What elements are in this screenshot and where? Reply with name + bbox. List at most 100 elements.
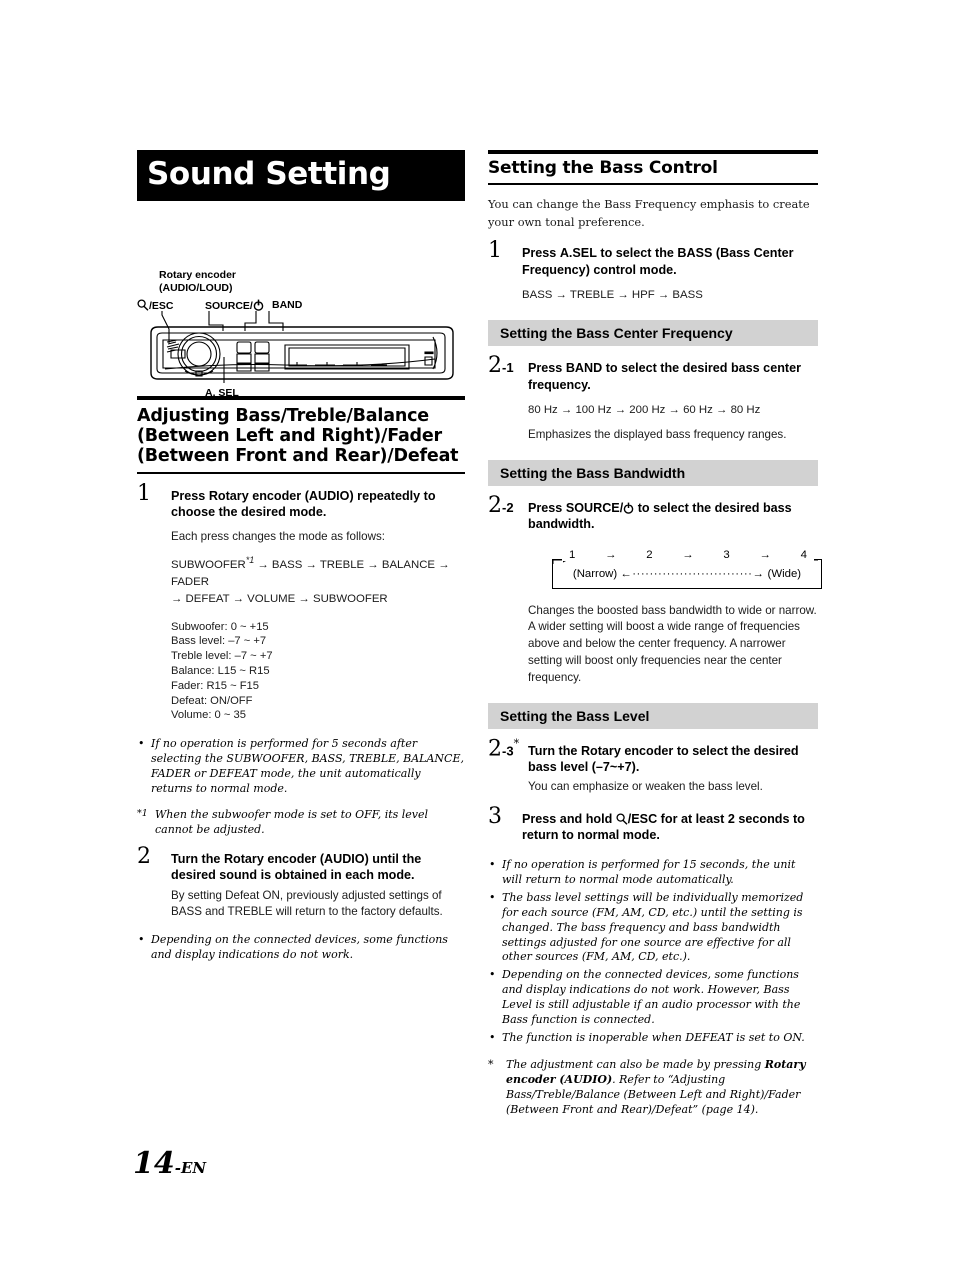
- footnote-marker: *: [488, 1058, 494, 1072]
- step-bass-bandwidth-title: Press SOURCE/ to select the desired bass…: [528, 500, 818, 533]
- left-step-1-title: Press Rotary encoder (AUDIO) repeatedly …: [171, 488, 465, 521]
- bandwidth-wide-label: (Wide): [767, 567, 802, 580]
- bandwidth-step-2: 2: [643, 548, 656, 561]
- right-step-3: 3 Press and hold /ESC for at least 2 sec…: [488, 806, 818, 844]
- right-step-1-title-bold: A.SEL: [559, 246, 597, 261]
- power-icon: [623, 501, 634, 515]
- left-note-2-text: Depending on the connected devices, some…: [151, 933, 448, 962]
- title-bold: BAND: [565, 361, 603, 376]
- bandwidth-steps: 1 → 2 → 3 → 4: [562, 548, 814, 561]
- step-bass-level: 2-3* Turn the Rotary encoder to select t…: [488, 737, 818, 797]
- bandwidth-range-line: ←····························→: [620, 567, 765, 580]
- left-step-2-title-bold: Rotary encoder (AUDIO): [223, 851, 369, 866]
- right-step-3-number: 3: [488, 804, 502, 830]
- right-section-heading: Setting the Bass Control: [488, 150, 818, 185]
- left-column: Sound Setting Rotary encoder (AUDIO/LOUD…: [137, 150, 465, 963]
- title-bold: /ESC: [627, 812, 658, 827]
- bandwidth-step-1: 1: [566, 548, 579, 561]
- right-note-3: • Depending on the connected devices, som…: [488, 968, 818, 1028]
- step-num-main: 2: [488, 353, 502, 379]
- left-footnote-1: *1 When the subwoofer mode is set to OFF,…: [137, 808, 465, 838]
- step-num-sub: -1: [502, 360, 514, 376]
- right-footnote: * The adjustment can also be made by pres…: [488, 1058, 818, 1118]
- bullet-icon: •: [138, 737, 145, 751]
- left-step-1: 1 Press Rotary encoder (AUDIO) repeatedl…: [137, 482, 465, 723]
- magnifier-icon: [616, 812, 628, 826]
- title-bold: SOURCE/: [565, 500, 624, 515]
- right-step-1-number: 1: [488, 238, 502, 264]
- step-bass-bandwidth-body: Changes the boosted bass bandwidth to wi…: [528, 603, 817, 684]
- bullet-icon: •: [489, 857, 496, 871]
- step-bass-center-frequency-title: Press BAND to select the desired bass ce…: [528, 360, 818, 393]
- level-item: Defeat: ON/OFF: [171, 694, 253, 707]
- left-step-1-title-bold: Rotary encoder (AUDIO): [208, 488, 354, 503]
- level-item: Treble level: –7 ~ +7: [171, 650, 273, 663]
- step-num-sub: -2: [502, 499, 514, 515]
- bandwidth-arrow-2: →: [679, 548, 697, 561]
- right-note-2: • The bass level settings will be individ…: [488, 891, 818, 966]
- flow-line-2: → DEFEAT → VOLUME → SUBWOOFER: [171, 593, 388, 606]
- flow-prefix: SUBWOOFER: [171, 559, 246, 572]
- step-num-sub: -3: [502, 742, 514, 758]
- heading-bass-bandwidth: Setting the Bass Bandwidth: [488, 459, 818, 486]
- right-note-2-text: The bass level settings will be individu…: [502, 890, 804, 964]
- left-section-heading: Adjusting Bass/Treble/Balance (Between L…: [137, 395, 465, 474]
- left-note-2: • Depending on the connected devices, som…: [137, 933, 465, 963]
- title-pre: Press: [528, 361, 566, 376]
- manual-page: Sound Setting Rotary encoder (AUDIO/LOUD…: [0, 0, 954, 1278]
- title-pre: Press and hold: [522, 812, 616, 827]
- title-bold: Rotary encoder: [580, 743, 674, 758]
- step-bass-center-frequency: 2-1 Press BAND to select the desired bas…: [488, 355, 818, 444]
- step-bass-level-body: You can emphasize or weaken the bass lev…: [528, 780, 763, 794]
- step-num-star: *: [513, 736, 520, 750]
- level-item: Fader: R15 ~ F15: [171, 679, 259, 692]
- page-footer: 14-EN: [133, 1146, 206, 1181]
- bullet-icon: •: [138, 933, 145, 947]
- left-step-2-title-pre: Turn the: [171, 851, 224, 866]
- bandwidth-range-labels: (Narrow) ←····························→ …: [552, 568, 822, 580]
- footnote-marker: *1: [137, 807, 148, 819]
- level-item: Bass level: –7 ~ +7: [171, 635, 267, 648]
- right-step-1-flow: BASS → TREBLE → HPF → BASS: [522, 289, 703, 302]
- right-step-1: 1 Press A.SEL to select the BASS (Bass C…: [488, 240, 818, 304]
- bullet-icon: •: [489, 890, 496, 904]
- step-bass-center-frequency-number: 2-1: [488, 355, 514, 377]
- right-footnote-pre: The adjustment can also be made by press…: [506, 1058, 765, 1072]
- step-num-main: 2: [488, 492, 502, 518]
- right-step-1-title-pre: Press: [522, 246, 560, 261]
- page-number-suffix: -EN: [174, 1159, 207, 1177]
- left-step-2-number: 2: [137, 843, 151, 869]
- left-step-2-title: Turn the Rotary encoder (AUDIO) until th…: [171, 851, 465, 884]
- title-pre: Press: [528, 500, 566, 515]
- left-note-1: • If no operation is performed for 5 seco…: [137, 737, 465, 797]
- bandwidth-narrow-label: (Narrow): [572, 567, 618, 580]
- head-unit-illustration: [150, 310, 454, 383]
- right-note-3-text: Depending on the connected devices, some…: [502, 968, 801, 1027]
- heading-bass-center-frequency: Setting the Bass Center Frequency: [488, 320, 818, 347]
- heading-bass-level: Setting the Bass Level: [488, 702, 818, 729]
- bandwidth-step-4: 4: [797, 548, 810, 561]
- left-step-1-body: Each press changes the mode as follows:: [171, 529, 385, 543]
- right-note-4-text: The function is inoperable when DEFEAT i…: [502, 1031, 805, 1045]
- step-num-main: 2: [488, 735, 502, 761]
- right-note-1: • If no operation is performed for 15 sec…: [488, 858, 818, 888]
- level-item: Subwoofer: 0 ~ +15: [171, 620, 269, 633]
- bandwidth-arrow-3: →: [756, 548, 774, 561]
- bandwidth-step-3: 3: [720, 548, 733, 561]
- left-step-1-levels: Subwoofer: 0 ~ +15 Bass level: –7 ~ +7 T…: [171, 620, 465, 723]
- left-step-2: 2 Turn the Rotary encoder (AUDIO) until …: [137, 845, 465, 921]
- device-diagram: Rotary encoder (AUDIO/LOUD) /ESC SOURCE/…: [137, 211, 465, 399]
- bullet-icon: •: [489, 968, 496, 982]
- right-note-4: • The function is inoperable when DEFEAT …: [488, 1031, 818, 1046]
- bandwidth-arrow-1: →: [602, 548, 620, 561]
- flow-footnote-marker: *1: [245, 555, 255, 566]
- left-note-1-text: If no operation is performed for 5 secon…: [151, 737, 464, 795]
- level-item: Volume: 0 ~ 35: [171, 709, 246, 722]
- right-step-1-title: Press A.SEL to select the BASS (Bass Cen…: [522, 245, 818, 278]
- level-item: Balance: L15 ~ R15: [171, 664, 270, 677]
- left-step-1-title-pre: Press: [171, 488, 209, 503]
- left-step-1-flow: SUBWOOFER*1 → BASS → TREBLE → BALANCE → …: [171, 554, 465, 608]
- step-bass-level-title: Turn the Rotary encoder to select the de…: [528, 743, 818, 776]
- left-step-2-body: By setting Defeat ON, previously adjuste…: [171, 888, 443, 919]
- title-pre: Turn the: [528, 743, 581, 758]
